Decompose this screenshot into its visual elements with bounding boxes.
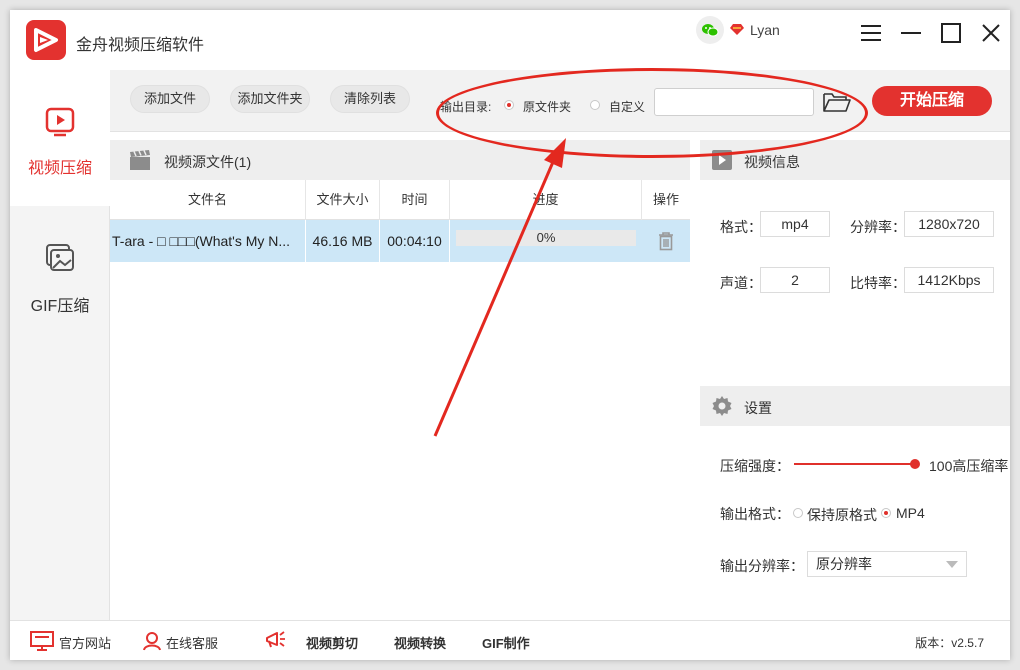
annotation-arrow	[433, 138, 566, 437]
app-window: 金舟视频压缩软件 Lyan 视频压缩 GIF压缩 添加文件 添加文件夹 清除列表…	[10, 10, 1010, 660]
